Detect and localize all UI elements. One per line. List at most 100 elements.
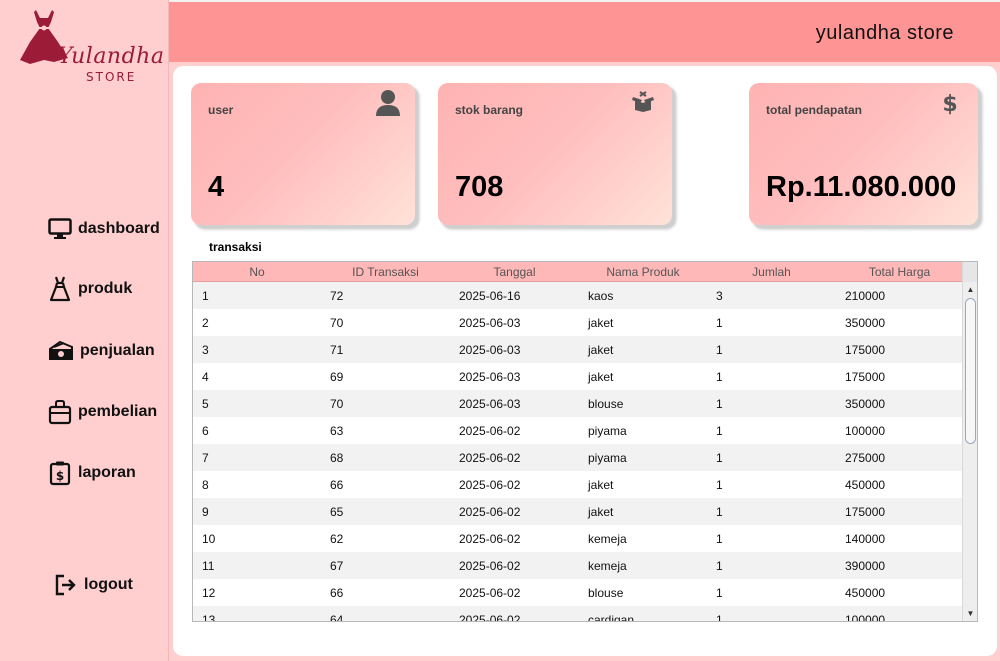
scrollbar-thumb[interactable] (965, 298, 976, 444)
table-cell: 8 (202, 477, 209, 492)
table-row[interactable]: 8 66 2025-06-02 jaket 1 450000 (193, 471, 963, 498)
main-panel: user 4 stok barang 708 total pendapatan … (173, 66, 997, 656)
table-row[interactable]: 12 66 2025-06-02 blouse 1 450000 (193, 579, 963, 606)
card-label: user (208, 103, 234, 117)
table-cell: 450000 (845, 585, 886, 600)
column-header[interactable]: ID Transaksi (321, 262, 450, 281)
table-cell: 12 (202, 585, 216, 600)
table-row[interactable]: 1 72 2025-06-16 kaos 3 210000 (193, 282, 963, 309)
table-cell: 175000 (845, 342, 886, 357)
svg-text:$: $ (942, 92, 957, 115)
report-icon: $ (49, 461, 71, 486)
table-body[interactable]: 1 72 2025-06-16 kaos 3 210000 2 70 2025-06-03 jak… (193, 282, 963, 621)
column-header[interactable]: No (193, 262, 321, 281)
table-cell: 2025-06-02 (459, 450, 521, 465)
table-scrollbar[interactable]: ▲ ▼ (962, 262, 977, 621)
column-header[interactable]: Jumlah (707, 262, 836, 281)
table-cell: 450000 (845, 477, 886, 492)
header-title: yulandha store (815, 22, 954, 44)
column-header[interactable]: Tanggal (450, 262, 579, 281)
table-cell: 2025-06-02 (459, 423, 521, 438)
sidebar-item-penjualan[interactable]: penjualan (48, 337, 155, 365)
dollar-icon: $ (942, 92, 957, 115)
table-cell: kaos (588, 288, 614, 303)
table-cell: 2 (202, 315, 209, 330)
table-row[interactable]: 11 67 2025-06-02 kemeja 1 390000 (193, 552, 963, 579)
table-row[interactable]: 2 70 2025-06-03 jaket 1 350000 (193, 309, 963, 336)
sidebar-item-laporan[interactable]: $ laporan (48, 459, 136, 487)
card-label: total pendapatan (766, 103, 863, 117)
table-cell: 66 (330, 477, 344, 492)
table-cell: 2025-06-02 (459, 477, 521, 492)
table-row[interactable]: 5 70 2025-06-03 blouse 1 350000 (193, 390, 963, 417)
logout-label: logout (84, 576, 133, 593)
table-cell: 69 (330, 369, 344, 384)
logout-icon (55, 574, 76, 596)
box-icon (632, 91, 654, 112)
table-cell: 2025-06-02 (459, 585, 521, 600)
card-user: user 4 (191, 83, 415, 225)
table-cell: 11 (202, 558, 215, 573)
svg-text:$: $ (56, 469, 64, 483)
table-cell: 2025-06-02 (459, 531, 521, 546)
table-cell: 1 (716, 504, 723, 519)
section-title: transaksi (209, 240, 262, 254)
sidebar-item-produk[interactable]: produk (48, 275, 132, 303)
table-cell: blouse (588, 396, 624, 411)
table-row[interactable]: 10 62 2025-06-02 kemeja 1 140000 (193, 525, 963, 552)
table-cell: 70 (330, 396, 344, 411)
table-row[interactable]: 13 64 2025-06-02 cardigan 1 100000 (193, 606, 963, 621)
table-cell: jaket (588, 369, 614, 384)
transactions-table[interactable]: No ID Transaksi Tanggal Nama Produk Jumlah To… (192, 261, 978, 622)
table-row[interactable]: 6 63 2025-06-02 piyama 1 100000 (193, 417, 963, 444)
table-cell: 3 (716, 288, 723, 303)
table-cell: jaket (588, 477, 614, 492)
table-cell: 72 (330, 288, 344, 303)
table-cell: 175000 (845, 369, 886, 384)
table-row[interactable]: 9 65 2025-06-02 jaket 1 175000 (193, 498, 963, 525)
table-cell: kemeja (588, 531, 627, 546)
sidebar-item-dashboard[interactable]: dashboard (48, 215, 160, 243)
table-cell: 67 (330, 558, 344, 573)
table-cell: 1 (716, 450, 723, 465)
table-cell: 70 (330, 315, 344, 330)
table-cell: piyama (588, 450, 627, 465)
sidebar-item-pembelian[interactable]: pembelian (48, 398, 157, 426)
table-cell: 1 (202, 288, 209, 303)
table-cell: 1 (716, 477, 723, 492)
table-row[interactable]: 4 69 2025-06-03 jaket 1 175000 (193, 363, 963, 390)
scroll-up-arrow-icon[interactable]: ▲ (963, 282, 977, 297)
card-value: 708 (455, 171, 504, 203)
table-cell: 350000 (845, 315, 886, 330)
table-cell: 6 (202, 423, 209, 438)
table-cell: 100000 (845, 423, 886, 438)
table-cell: 1 (716, 369, 723, 384)
table-cell: 3 (202, 342, 209, 357)
table-cell: 390000 (845, 558, 886, 573)
table-cell: 63 (330, 423, 344, 438)
brand-name: Yulandha (58, 44, 165, 69)
brand-sub: STORE (86, 70, 137, 84)
store-logo: Yulandha STORE (14, 6, 164, 86)
table-cell: 5 (202, 396, 209, 411)
sidebar-item-label: laporan (78, 464, 136, 481)
scroll-down-arrow-icon[interactable]: ▼ (963, 606, 977, 621)
table-cell: 4 (202, 369, 209, 384)
card-stok-barang: stok barang 708 (438, 83, 672, 225)
card-total-pendapatan: total pendapatan $ Rp.11.080.000 (749, 83, 978, 225)
table-cell: 66 (330, 585, 344, 600)
table-cell: 350000 (845, 396, 886, 411)
column-header[interactable]: Total Harga (836, 262, 963, 281)
table-cell: 71 (330, 342, 344, 357)
table-cell: 65 (330, 504, 344, 519)
logout-button[interactable]: logout (54, 571, 133, 599)
scrollbar-corner (963, 262, 977, 282)
header-bar: yulandha store (169, 0, 1000, 62)
table-cell: 1 (716, 342, 723, 357)
table-row[interactable]: 3 71 2025-06-03 jaket 1 175000 (193, 336, 963, 363)
column-header[interactable]: Nama Produk (579, 262, 707, 281)
table-row[interactable]: 7 68 2025-06-02 piyama 1 275000 (193, 444, 963, 471)
sidebar: Yulandha STORE dashboard produk penjuala… (0, 0, 169, 661)
sidebar-item-label: dashboard (78, 220, 160, 237)
table-cell: 2025-06-03 (459, 369, 521, 384)
